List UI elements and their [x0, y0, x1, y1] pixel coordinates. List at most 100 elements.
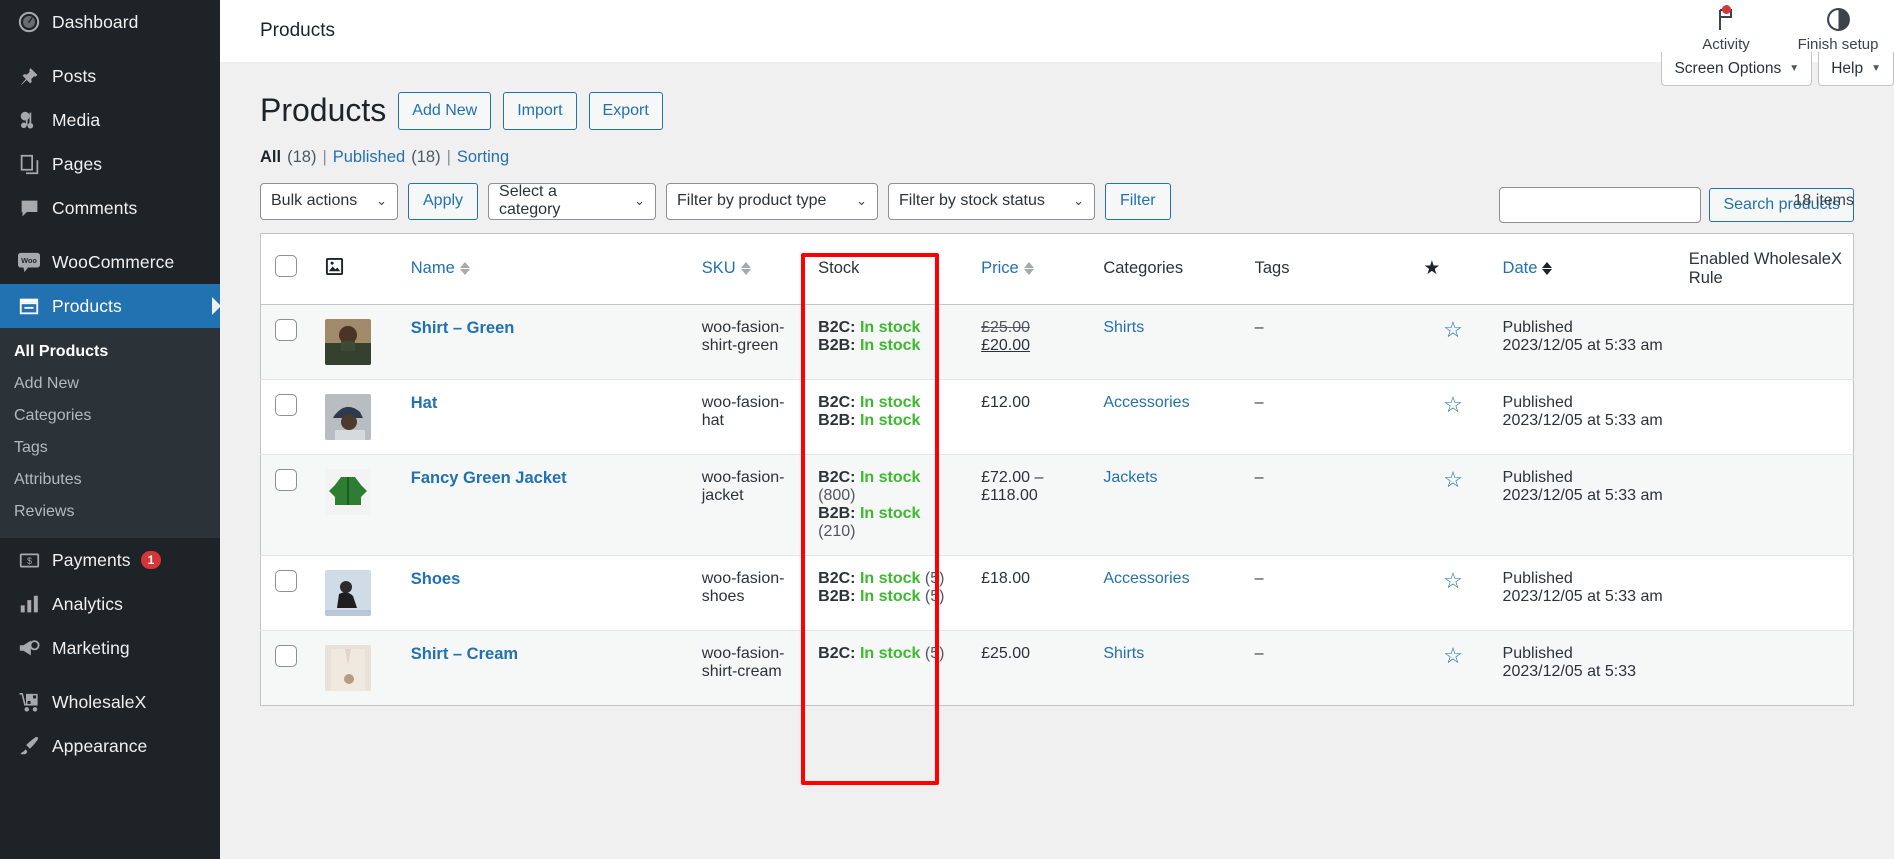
row-checkbox[interactable]	[275, 644, 297, 667]
sidebar-item-comments[interactable]: Comments	[0, 186, 220, 230]
category-link[interactable]: Shirts	[1103, 645, 1144, 662]
row-featured-cell: ☆	[1413, 378, 1493, 455]
row-featured-cell: ☆	[1413, 453, 1493, 556]
add-new-button[interactable]: Add New	[398, 91, 492, 130]
thumbnail-header	[314, 233, 401, 305]
row-name-cell: Fancy Green Jacket	[400, 453, 692, 556]
finish-setup-button[interactable]: Finish setup	[1782, 4, 1894, 53]
stock-qty: (5)	[924, 644, 945, 662]
row-checkbox[interactable]	[275, 393, 297, 416]
featured-star-icon[interactable]: ☆	[1443, 568, 1463, 593]
row-tags-cell: –	[1244, 453, 1414, 556]
product-thumbnail[interactable]	[324, 569, 371, 616]
date-when: 2023/12/05 at 5:33 am	[1502, 587, 1663, 605]
import-button[interactable]: Import	[503, 91, 577, 130]
select-all-header	[260, 233, 315, 305]
pages-icon	[12, 154, 46, 175]
submenu-item-reviews[interactable]: Reviews	[0, 496, 220, 528]
star-icon[interactable]: ★	[1423, 258, 1440, 279]
products-table-body: Shirt – Green woo-fasion-shirt-green B2C…	[260, 303, 1854, 706]
stock-line-b2b: B2B: In stock	[818, 412, 961, 430]
submenu-item-attributes[interactable]: Attributes	[0, 464, 220, 496]
view-sorting-link[interactable]: Sorting	[457, 148, 509, 167]
select-category[interactable]: Select a category	[488, 182, 657, 220]
submenu-item-categories[interactable]: Categories	[0, 400, 220, 432]
featured-star-icon[interactable]: ☆	[1443, 392, 1463, 417]
sidebar-item-woocommerce[interactable]: Woo WooCommerce	[0, 240, 220, 284]
category-link[interactable]: Jackets	[1103, 469, 1157, 486]
sidebar-item-appearance[interactable]: Appearance	[0, 724, 220, 768]
sidebar-item-posts[interactable]: Posts	[0, 54, 220, 98]
filter-by-stock-status[interactable]: Filter by stock status	[888, 182, 1096, 220]
submenu-item-tags[interactable]: Tags	[0, 432, 220, 464]
product-name-link[interactable]: Shirt – Green	[411, 319, 515, 337]
activity-button[interactable]: Activity	[1670, 4, 1782, 53]
sidebar-item-media[interactable]: Media	[0, 98, 220, 142]
view-published-link[interactable]: Published	[333, 148, 405, 167]
media-icon	[12, 110, 46, 131]
column-header-date-label[interactable]: Date	[1503, 259, 1538, 277]
filter-button[interactable]: Filter	[1105, 182, 1171, 220]
category-link[interactable]: Shirts	[1103, 319, 1144, 336]
filter-by-product-type[interactable]: Filter by product type	[666, 182, 879, 220]
product-thumbnail[interactable]	[324, 644, 371, 691]
category-link[interactable]: Accessories	[1103, 394, 1189, 411]
sidebar-item-pages[interactable]: Pages	[0, 142, 220, 186]
stock-role-label: B2B:	[818, 587, 856, 605]
sidebar-item-analytics[interactable]: Analytics	[0, 582, 220, 626]
stock-role-label: B2C:	[818, 318, 856, 336]
apply-button[interactable]: Apply	[408, 182, 479, 220]
view-all-link[interactable]: All	[260, 148, 281, 167]
row-checkbox[interactable]	[275, 468, 297, 491]
product-name-link[interactable]: Shoes	[411, 570, 461, 588]
category-link[interactable]: Accessories	[1103, 570, 1189, 587]
sidebar-item-payments[interactable]: $ Payments 1	[0, 538, 220, 582]
sidebar-divider	[0, 230, 220, 240]
featured-star-icon[interactable]: ☆	[1443, 467, 1463, 492]
table-row: Shirt – Cream woo-fasion-shirt-cream B2C…	[260, 629, 1854, 706]
sidebar-item-wholesalex[interactable]: WholesaleX	[0, 680, 220, 724]
column-header-name-label[interactable]: Name	[411, 259, 455, 277]
column-header-name[interactable]: Name	[400, 233, 692, 305]
sidebar-item-products[interactable]: Products	[0, 284, 220, 328]
column-header-featured[interactable]: ★	[1413, 233, 1493, 305]
row-featured-cell: ☆	[1413, 554, 1493, 631]
bulk-actions-select[interactable]: Bulk actions	[260, 182, 398, 220]
table-row: Shirt – Green woo-fasion-shirt-green B2C…	[260, 303, 1854, 380]
category-select-wrap: Select a category ⌄	[488, 182, 657, 220]
row-checkbox[interactable]	[275, 569, 297, 592]
sort-arrows-icon[interactable]	[1542, 262, 1553, 276]
sort-arrows-icon[interactable]	[1023, 262, 1034, 276]
stock-status: In stock	[859, 504, 921, 522]
product-thumbnail[interactable]	[324, 393, 371, 440]
stock-status: In stock	[859, 587, 921, 605]
submenu-item-add-new[interactable]: Add New	[0, 368, 220, 400]
row-tags-cell: –	[1244, 554, 1414, 631]
sort-arrows-icon[interactable]	[740, 262, 751, 276]
export-button[interactable]: Export	[588, 91, 663, 130]
product-name-link[interactable]: Fancy Green Jacket	[411, 469, 567, 487]
featured-star-icon[interactable]: ☆	[1443, 317, 1463, 342]
column-header-sku[interactable]: SKU	[691, 233, 809, 305]
column-header-date[interactable]: Date	[1492, 233, 1679, 305]
stock-line-b2b: B2B: In stock (210)	[818, 505, 961, 541]
sort-arrows-icon[interactable]	[459, 262, 470, 276]
sidebar-item-label: Comments	[52, 197, 138, 218]
stock-role-label: B2B:	[818, 411, 856, 429]
stock-status: In stock	[859, 393, 921, 411]
sidebar-item-dashboard[interactable]: Dashboard	[0, 0, 220, 44]
column-header-price-label[interactable]: Price	[981, 259, 1019, 277]
column-header-price[interactable]: Price	[971, 233, 1094, 305]
product-thumbnail[interactable]	[324, 318, 371, 365]
product-name-link[interactable]: Hat	[411, 394, 438, 412]
products-table: Name SKU Stock Price Categories Tags ★ D…	[260, 232, 1854, 706]
column-header-sku-label[interactable]: SKU	[702, 259, 736, 277]
select-all-checkbox[interactable]	[275, 255, 297, 278]
row-checkbox[interactable]	[275, 318, 297, 341]
product-name-link[interactable]: Shirt – Cream	[411, 645, 518, 663]
sidebar-item-marketing[interactable]: Marketing	[0, 626, 220, 670]
featured-star-icon[interactable]: ☆	[1443, 643, 1463, 668]
product-thumbnail[interactable]	[324, 468, 371, 515]
column-header-wholesalex-label: Enabled WholesaleX Rule	[1688, 249, 1842, 287]
submenu-item-all-products[interactable]: All Products	[0, 336, 220, 368]
